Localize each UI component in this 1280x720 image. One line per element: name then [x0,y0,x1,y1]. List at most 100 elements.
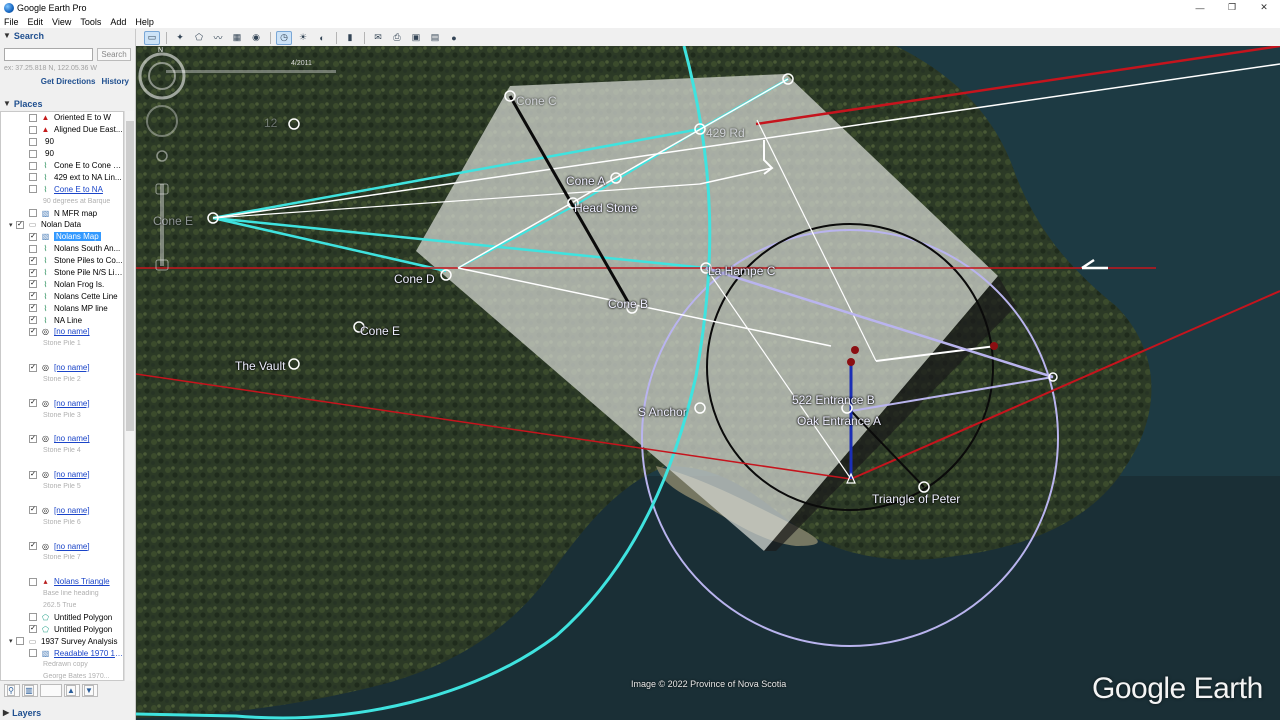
visibility-checkbox[interactable] [29,244,37,253]
visibility-checkbox[interactable] [29,113,37,122]
tree-row[interactable]: ▾ ▭ 1937 Survey Analysis [1,635,123,647]
search-button[interactable]: Search [97,48,131,61]
tree-row-label[interactable]: Untitled Polygon [54,625,112,634]
slider-track[interactable] [166,70,336,73]
tree-row-label[interactable]: [no name] [54,470,90,479]
tree-row[interactable]: ▾ ✓ ▭ Nolan Data [1,219,123,231]
tree-row[interactable]: ✓ ⌇ Stone Piles to Co... [1,255,123,267]
tree-row-label[interactable]: Readable 1970 1937 S [54,649,123,658]
visibility-checkbox[interactable]: ✓ [29,399,37,408]
tree-row-label[interactable]: [no name] [54,399,90,408]
move-joystick[interactable] [146,105,178,137]
visibility-checkbox[interactable]: ✓ [29,268,37,277]
add-polygon-button[interactable]: ⬠ [191,31,207,45]
historical-imagery-slider[interactable]: 4/2011 [166,60,336,74]
tree-row[interactable]: ✓ ◎ [no name] [1,540,123,552]
get-directions-link[interactable]: Get Directions [41,77,96,86]
tree-row-label[interactable]: 1937 Survey Analysis [41,637,118,646]
view-in-maps-button[interactable]: ● [446,31,462,45]
tree-row[interactable]: ⌇ 429 ext to NA Lin... [1,171,123,183]
tree-row-label[interactable]: Nolan Frog Is. [54,280,104,289]
move-up-button[interactable]: ▲ [64,684,80,697]
tree-row-label[interactable]: Nolans Map [54,232,101,242]
email-button[interactable]: ✉ [370,31,386,45]
visibility-checkbox[interactable]: ✓ [29,506,37,515]
tree-row-label[interactable]: [no name] [54,327,90,336]
tree-row-label[interactable]: Stone Piles to Co... [54,256,122,265]
tree-row[interactable]: ✓ ◎ [no name] [1,362,123,374]
navigation-controls[interactable]: N [136,46,188,276]
tree-row[interactable]: ✓ ▧ Nolans Map [1,231,123,243]
visibility-checkbox[interactable]: ✓ [29,304,37,313]
tree-row[interactable]: ▴ Nolans Triangle [1,576,123,588]
visibility-checkbox[interactable]: ✓ [29,256,37,265]
tree-row-label[interactable]: Cone E to Cone D... [54,161,123,170]
tree-row-label[interactable]: [no name] [54,506,90,515]
menu-edit[interactable]: Edit [28,17,44,27]
north-indicator[interactable]: N [158,47,163,54]
expand-arrow-icon[interactable]: ▾ [9,637,16,645]
places-panel-header[interactable]: ▼ Places [0,97,134,110]
visibility-checkbox[interactable] [29,185,37,194]
search-input[interactable] [4,48,93,61]
visibility-checkbox[interactable]: ✓ [29,470,37,479]
tree-row-label[interactable]: 90 [45,137,54,146]
visibility-checkbox[interactable]: ✓ [29,434,37,443]
tree-row[interactable]: 90 [1,148,123,160]
tree-row[interactable]: ⬠ Untitled Polygon [1,611,123,623]
tree-row[interactable]: ▧ Readable 1970 1937 S [1,647,123,659]
tree-row[interactable]: ⌇ Cone E to Cone D... [1,160,123,172]
tree-row[interactable]: ✓ ⬠ Untitled Polygon [1,623,123,635]
tree-row[interactable]: ▲ Aligned Due East... [1,124,123,136]
move-down-button[interactable]: ▼ [82,684,98,697]
save-image-button[interactable]: ▣ [408,31,424,45]
visibility-checkbox[interactable] [29,149,37,158]
add-placemark-button[interactable]: ✦ [172,31,188,45]
street-view-pegman-icon[interactable] [156,150,168,162]
tree-row-label[interactable]: Nolans Cette Line [54,292,118,301]
record-tour-button[interactable]: ◉ [248,31,264,45]
layers-panel-header[interactable]: ▶ Layers [0,706,134,719]
expand-arrow-icon[interactable]: ▾ [9,221,16,229]
visibility-checkbox[interactable] [29,125,37,134]
tree-row-label[interactable]: Untitled Polygon [54,613,112,622]
blank-field[interactable] [40,684,62,697]
compass-ring[interactable] [138,52,186,100]
visibility-checkbox[interactable] [29,137,37,146]
print-button[interactable]: ⎙ [389,31,405,45]
map-canvas[interactable] [136,46,1280,720]
visibility-checkbox[interactable]: ✓ [29,542,37,550]
tree-row[interactable]: ⌇ Nolans South An... [1,243,123,255]
tree-row[interactable]: ✓ ⌇ NA Line [1,314,123,326]
tree-row-label[interactable]: N MFR map [54,209,97,218]
visibility-checkbox[interactable] [29,577,37,586]
scrollbar-thumb[interactable] [126,121,134,431]
tree-row[interactable]: ▲ Oriented E to W [1,112,123,124]
visibility-checkbox[interactable] [29,613,37,622]
visibility-checkbox[interactable] [29,209,37,218]
visibility-checkbox[interactable] [29,649,37,658]
map-view[interactable]: 4/2011 N Cone E 12 Cone C 429 Rd Cone A … [136,46,1280,720]
visibility-checkbox[interactable]: ✓ [29,316,37,325]
historical-imagery-button[interactable]: ◷ [276,30,292,45]
menu-file[interactable]: File [4,17,19,27]
menu-add[interactable]: Add [110,17,126,27]
visibility-checkbox[interactable]: ✓ [29,327,37,336]
visibility-checkbox[interactable]: ✓ [29,280,37,289]
sidebar-toggle-button[interactable]: ▭ [144,30,160,45]
tree-row-label[interactable]: [no name] [54,542,90,551]
visibility-checkbox[interactable]: ✓ [29,625,37,634]
visibility-checkbox[interactable]: ✓ [16,220,24,229]
tree-row-label[interactable]: NA Line [54,316,82,325]
look-joystick[interactable] [148,62,176,90]
tree-row-label[interactable]: Nolans Triangle [54,577,110,586]
add-path-button[interactable]: 〰 [210,31,226,45]
marker-red-1[interactable] [851,346,859,354]
add-overlay-button[interactable]: ▦ [229,31,245,45]
marker-red-3[interactable] [990,342,998,350]
tree-row[interactable]: ✓ ◎ [no name] [1,326,123,338]
close-button[interactable]: ✕ [1248,0,1280,15]
planets-button[interactable]: ◐ [314,31,330,45]
tree-row-label[interactable]: 429 ext to NA Lin... [54,173,122,182]
movie-maker-button[interactable]: ▤ [427,31,443,45]
